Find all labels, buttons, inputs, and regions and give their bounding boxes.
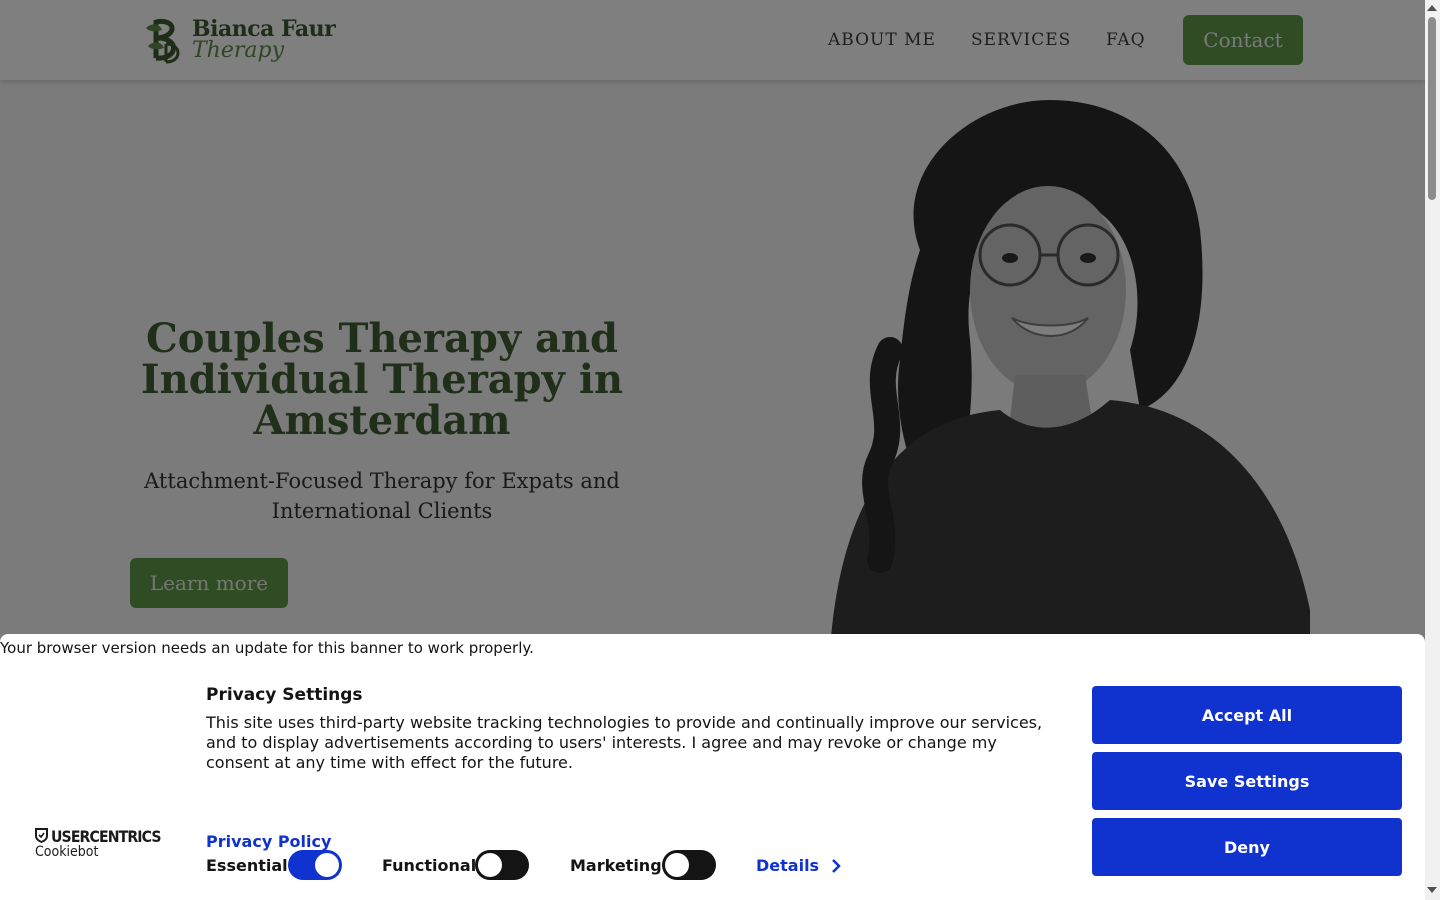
deny-button[interactable]: Deny <box>1092 818 1402 876</box>
functional-toggle[interactable] <box>475 850 529 880</box>
privacy-policy-link[interactable]: Privacy Policy <box>206 832 331 851</box>
accept-all-button[interactable]: Accept All <box>1092 686 1402 744</box>
scroll-down-arrow-icon[interactable] <box>1427 887 1437 893</box>
details-link[interactable]: Details <box>756 856 819 875</box>
cookie-consent-banner: Your browser version needs an update for… <box>0 634 1425 900</box>
privacy-settings-text: This site uses third-party website track… <box>206 713 1043 772</box>
essential-toggle[interactable] <box>288 850 342 880</box>
scrollbar-thumb[interactable] <box>1428 17 1436 200</box>
scroll-up-arrow-icon[interactable] <box>1427 5 1437 11</box>
page-scrollbar[interactable] <box>1425 0 1440 900</box>
chevron-right-icon[interactable] <box>828 858 844 874</box>
marketing-label: Marketing <box>570 856 662 875</box>
usercentrics-logo: USERCENTRICS Cookiebot <box>35 827 165 863</box>
save-settings-button[interactable]: Save Settings <box>1092 752 1402 810</box>
browser-update-notice: Your browser version needs an update for… <box>0 639 534 657</box>
cookiebot-label: Cookiebot <box>35 844 99 860</box>
toggle-knob <box>665 853 689 877</box>
privacy-settings-title: Privacy Settings <box>206 685 363 705</box>
toggle-knob <box>478 853 502 877</box>
essential-label: Essential <box>206 856 288 875</box>
marketing-toggle[interactable] <box>662 850 716 880</box>
functional-label: Functional <box>382 856 477 875</box>
shield-icon <box>35 828 48 843</box>
toggle-knob <box>315 853 339 877</box>
